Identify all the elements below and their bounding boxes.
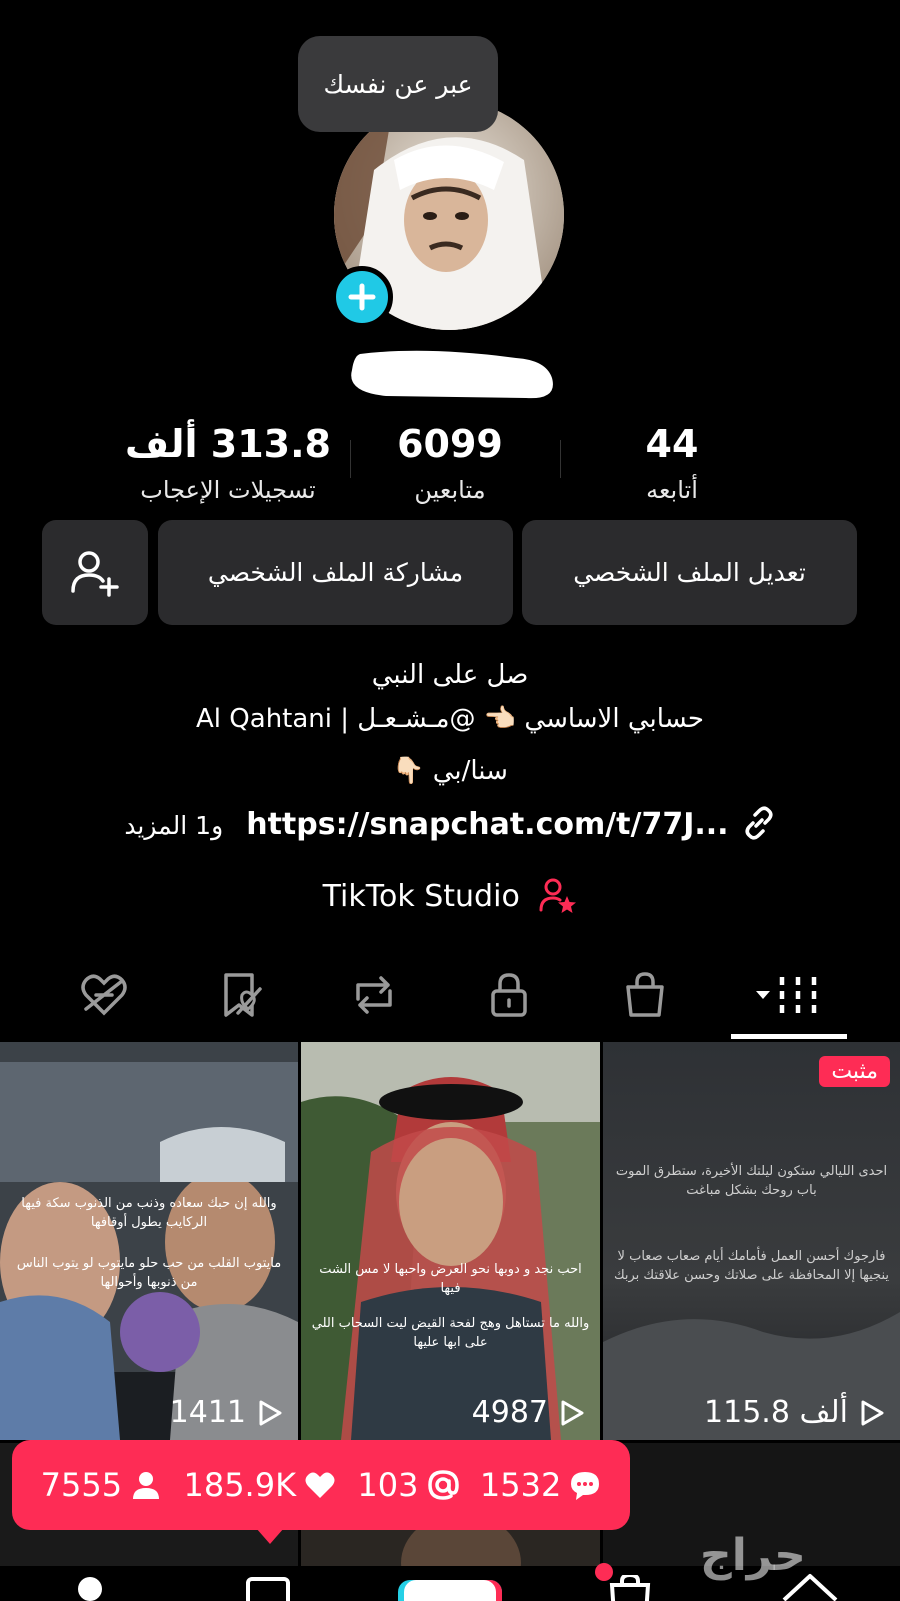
new-followers-count: 7555 (40, 1466, 123, 1504)
video-caption-bottom: فارجوك أحسن العمل فأمامك أيام صعاب صعاب … (613, 1249, 890, 1283)
new-likes-count: 185.9K (183, 1466, 297, 1504)
studio-label: TikTok Studio (322, 879, 520, 914)
view-count-text: 115.8 ألف (704, 1395, 848, 1430)
video-caption-top: احدى الليالي ستكون ليلتك الأخيرة، ستطرق … (615, 1164, 888, 1198)
tab-videos[interactable] (745, 960, 835, 1030)
video-thumbnail-image (603, 1042, 900, 1440)
profile-screen: عبر عن نفسك 313.8 ألف تسجيلات الإعجاب 60… (0, 0, 900, 1601)
activity-summary-bubble[interactable]: 7555 185.9K 103 1532 (12, 1440, 630, 1530)
tab-favorites[interactable] (200, 960, 280, 1030)
edit-profile-button[interactable]: تعديل الملف الشخصي (522, 520, 857, 625)
profile-nav-icon[interactable] (70, 1575, 110, 1601)
add-user-icon (71, 550, 119, 597)
video-thumbnail[interactable]: احب نجد و دوبها نحو العرض واحبها لا مس ا… (301, 1042, 600, 1440)
pinned-badge: مثبت (819, 1056, 890, 1087)
express-yourself-tooltip[interactable]: عبر عن نفسك (298, 36, 498, 132)
repost-icon (356, 976, 392, 1014)
view-count: 1411 (170, 1395, 284, 1430)
following-count: 44 (645, 422, 699, 466)
followers-stat[interactable]: 6099 متابعين (385, 420, 515, 508)
bio-line-3: سنا/بي 👇🏻 (392, 756, 508, 786)
bubble-pointer (256, 1528, 284, 1544)
plus-icon (348, 283, 376, 311)
view-count: 4987 (472, 1395, 586, 1430)
video-caption-bottom: والله ما تستاهل وهج لفحة القيض ليت السحا… (311, 1316, 590, 1350)
mentions-count: 103 (357, 1466, 419, 1504)
tiktok-studio-link[interactable]: TikTok Studio (0, 876, 900, 914)
tab-liked[interactable] (64, 960, 144, 1030)
likes-count: 313.8 ألف (125, 422, 331, 466)
active-tab-indicator (731, 1034, 847, 1039)
bio-line-1: صل على النبي (371, 660, 529, 690)
tab-reposts[interactable] (334, 960, 414, 1030)
video-thumbnail-image (301, 1042, 600, 1440)
inbox-nav-icon[interactable] (244, 1575, 292, 1601)
favorites-icon (224, 973, 262, 1017)
following-label: أتابعه (646, 476, 698, 504)
content-tabs (0, 960, 900, 1040)
likes-stat[interactable]: 313.8 ألف تسجيلات الإعجاب (122, 420, 334, 508)
stat-divider (350, 440, 351, 478)
comments-item: 1532 (480, 1466, 601, 1504)
video-caption-top: احب نجد و دوبها نحو العرض واحبها لا مس ا… (319, 1262, 582, 1296)
add-friends-button[interactable] (42, 520, 148, 625)
comment-icon (571, 1472, 600, 1500)
share-profile-button[interactable]: مشاركة الملف الشخصي (158, 520, 513, 625)
redacted-username (351, 350, 553, 399)
tab-private[interactable] (469, 960, 549, 1030)
play-icon (561, 1400, 584, 1425)
bio-link-row[interactable]: و1 المزيد https://snapchat.com/t/77J... (0, 806, 900, 842)
following-stat[interactable]: 44 أتابعه (612, 420, 732, 508)
video-caption-top: والله إن حبك سعاده وذنب من الذنوب سكة في… (21, 1196, 277, 1230)
add-story-button[interactable] (331, 266, 393, 328)
watermark-logo: حراج (700, 1530, 806, 1581)
followers-label: متابعين (414, 476, 486, 504)
video-thumbnail[interactable]: مثبت احدى الليالي ستكون ليلتك الأخيرة، س… (603, 1042, 900, 1440)
liked-icon (81, 974, 127, 1016)
creator-star-icon (539, 878, 577, 913)
share-profile-label: مشاركة الملف الشخصي (207, 558, 464, 587)
view-count: 115.8 ألف (704, 1395, 886, 1430)
new-followers-item: 7555 (41, 1466, 162, 1504)
videos-grid-icon (756, 977, 817, 1013)
shop-nav-icon[interactable] (606, 1575, 654, 1601)
play-icon (861, 1400, 884, 1425)
shop-bag-icon (626, 972, 664, 1017)
heart-icon (305, 1472, 335, 1498)
bio-line-2: حسابي الاساسي 👈🏻 @مـشـعـل | Al Qahtani (196, 704, 704, 734)
edit-profile-label: تعديل الملف الشخصي (573, 558, 806, 587)
video-thumbnail[interactable]: والله إن حبك سعاده وذنب من الذنوب سكة في… (0, 1042, 298, 1440)
mentions-item: 103 (357, 1466, 459, 1504)
tab-shop[interactable] (605, 960, 685, 1030)
view-count-text: 4987 (471, 1395, 548, 1430)
private-lock-icon (491, 973, 527, 1017)
create-nav-button[interactable] (398, 1580, 502, 1601)
comments-count: 1532 (479, 1466, 562, 1504)
link-icon (745, 806, 773, 840)
person-icon (133, 1472, 160, 1499)
video-thumbnail-image (0, 1042, 298, 1440)
bio-link-url[interactable]: https://snapchat.com/t/77J... (246, 807, 728, 842)
new-likes-item: 185.9K (183, 1466, 336, 1504)
likes-label: تسجيلات الإعجاب (140, 476, 316, 504)
followers-count: 6099 (397, 422, 503, 466)
more-links[interactable]: و1 المزيد (124, 811, 223, 840)
stat-divider (560, 440, 561, 478)
video-caption-bottom: مايتوب القلب من حب حلو مايتوب لو يتوب ال… (16, 1256, 282, 1290)
play-icon (259, 1400, 282, 1425)
tooltip-text: عبر عن نفسك (323, 69, 473, 99)
view-count-text: 1411 (169, 1395, 246, 1430)
at-icon (427, 1470, 459, 1500)
